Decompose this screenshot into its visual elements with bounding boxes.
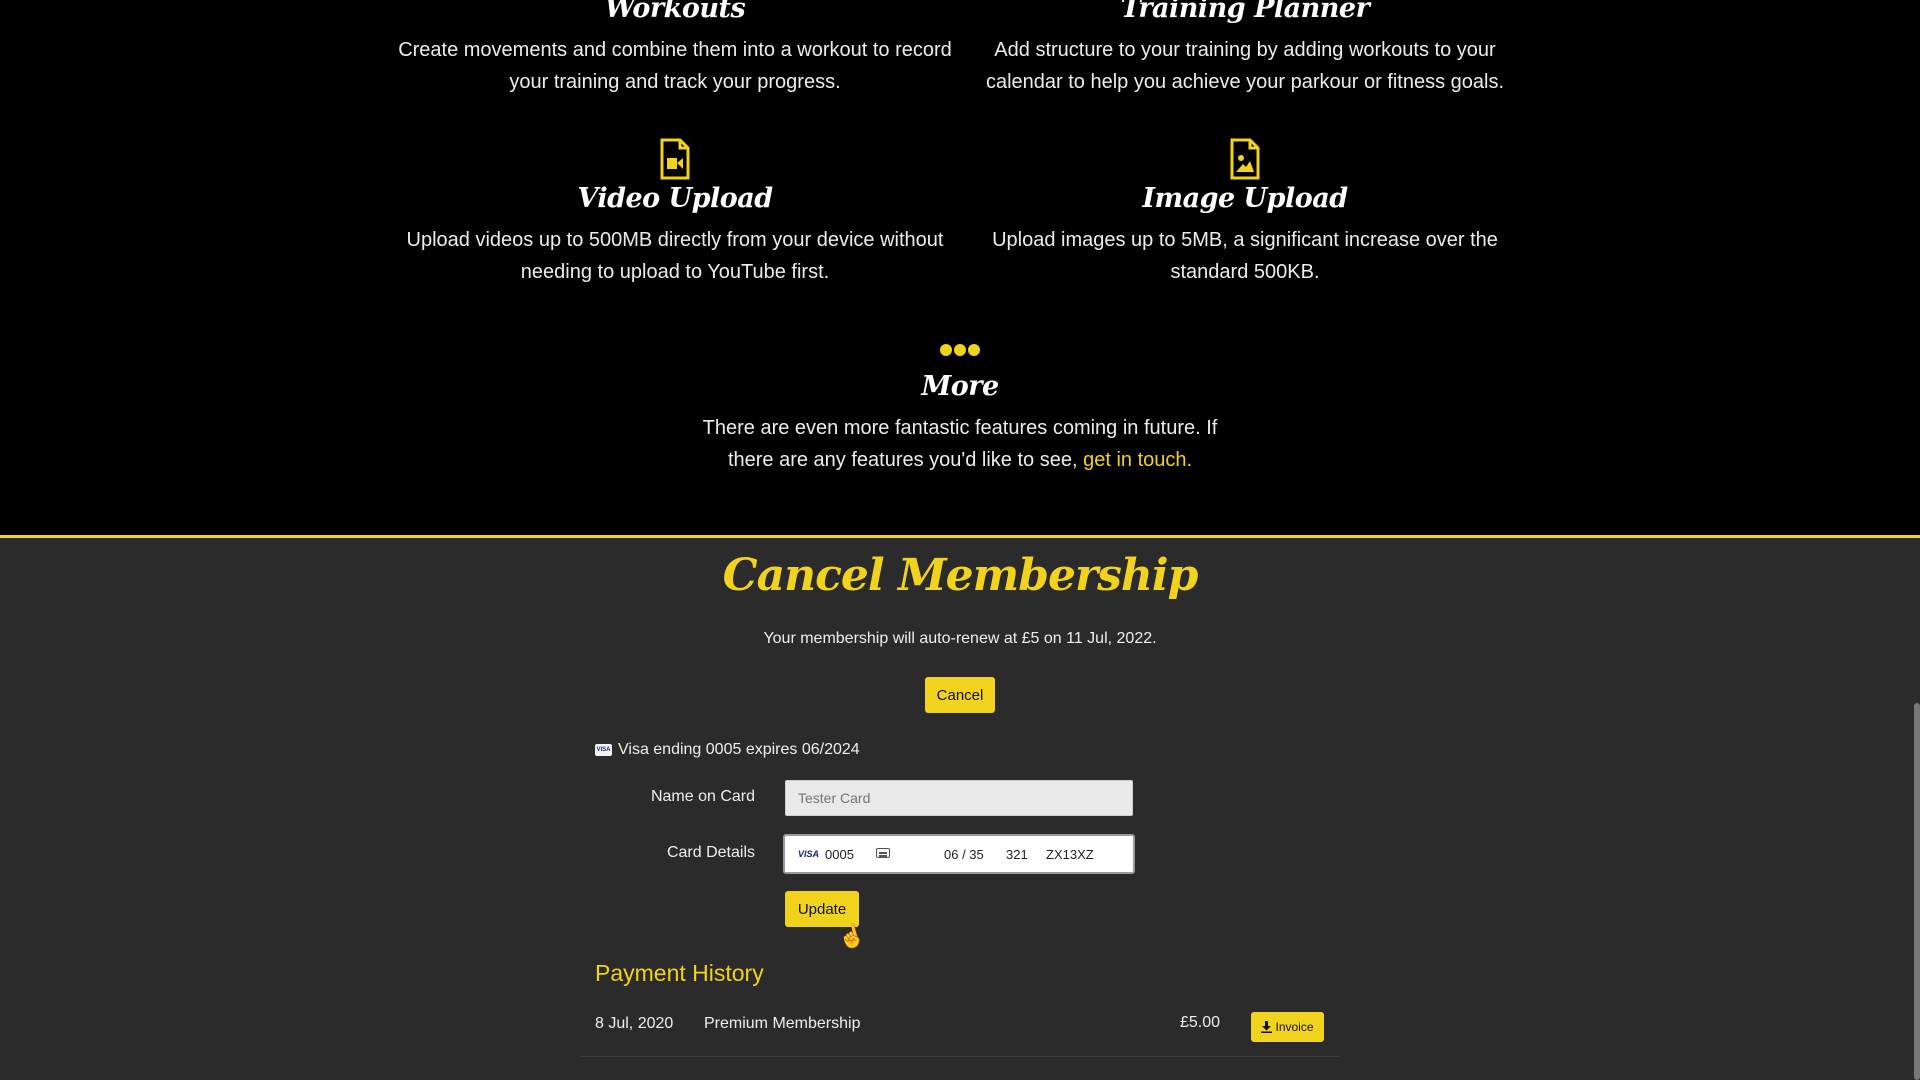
file-image-icon — [1230, 138, 1260, 180]
file-video-icon — [660, 138, 690, 180]
card-number-value[interactable]: 0005 — [825, 847, 854, 862]
cancel-button[interactable]: Cancel — [925, 677, 995, 713]
feature-video-upload: Video Upload Upload videos up to 500MB d… — [395, 138, 955, 288]
card-postcode-value[interactable]: ZX13XZ — [1046, 847, 1094, 862]
page-title: Cancel Membership — [722, 550, 1199, 601]
card-summary: VISA Visa ending 0005 expires 06/2024 — [595, 741, 860, 759]
payment-history-title: Payment History — [595, 960, 764, 986]
get-in-touch-link[interactable]: get in touch. — [1083, 449, 1192, 471]
ellipsis-icon — [940, 344, 980, 356]
payment-date: 8 Jul, 2020 — [595, 1015, 674, 1032]
feature-title: Video Upload — [577, 183, 773, 214]
card-cvc-value[interactable]: 321 — [1006, 847, 1028, 862]
card-cvc-icon — [876, 848, 890, 858]
membership-section: Cancel Membership Your membership will a… — [0, 538, 1920, 1080]
visa-brand-icon: VISA — [798, 849, 820, 859]
feature-title: Workouts — [604, 0, 746, 24]
payment-description: Premium Membership — [704, 1015, 861, 1032]
card-expiry-value[interactable]: 06 / 35 — [944, 847, 984, 862]
invoice-button[interactable]: Invoice — [1251, 1012, 1324, 1042]
features-section: Workouts Create movements and combine th… — [0, 0, 1920, 536]
payment-amount: £5.00 — [1180, 1014, 1221, 1031]
card-details-field[interactable]: VISA 0005 06 / 35 321 ZX13XZ — [783, 834, 1135, 874]
feature-text: Upload videos up to 500MB directly from … — [406, 229, 944, 283]
feature-workouts: Workouts Create movements and combine th… — [395, 0, 955, 98]
name-on-card-input[interactable] — [785, 780, 1133, 816]
feature-title: Image Upload — [1142, 183, 1348, 214]
credit-card-icon: VISA — [595, 744, 612, 756]
card-summary-text: Visa ending 0005 expires 06/2024 — [618, 741, 860, 758]
invoice-label: Invoice — [1275, 1020, 1314, 1034]
feature-text: There are even more fantastic features c… — [690, 412, 1230, 476]
renew-notice: Your membership will auto-renew at £5 on… — [763, 630, 1157, 647]
table-row: 8 Jul, 2020 Premium Membership £5.00 Inv… — [580, 998, 1340, 1057]
feature-text: Create movements and combine them into a… — [398, 39, 952, 93]
page-scrollbar[interactable] — [1914, 703, 1920, 1080]
download-icon — [1261, 1021, 1273, 1033]
hand-cursor-icon: ☝ — [835, 920, 869, 953]
feature-title: Training Planner — [1120, 0, 1370, 24]
feature-title: More — [921, 371, 999, 402]
update-button[interactable]: Update — [785, 891, 859, 927]
feature-text: Upload images up to 5MB, a significant i… — [992, 229, 1498, 283]
feature-text: Add structure to your training by adding… — [985, 39, 1505, 93]
feature-image-upload: Image Upload Upload images up to 5MB, a … — [965, 138, 1525, 288]
feature-training-planner: Training Planner Add structure to your t… — [965, 0, 1525, 98]
feature-more: More There are even more fantastic featu… — [690, 340, 1230, 476]
card-details-label: Card Details — [666, 844, 755, 861]
name-on-card-label: Name on Card — [650, 788, 755, 805]
